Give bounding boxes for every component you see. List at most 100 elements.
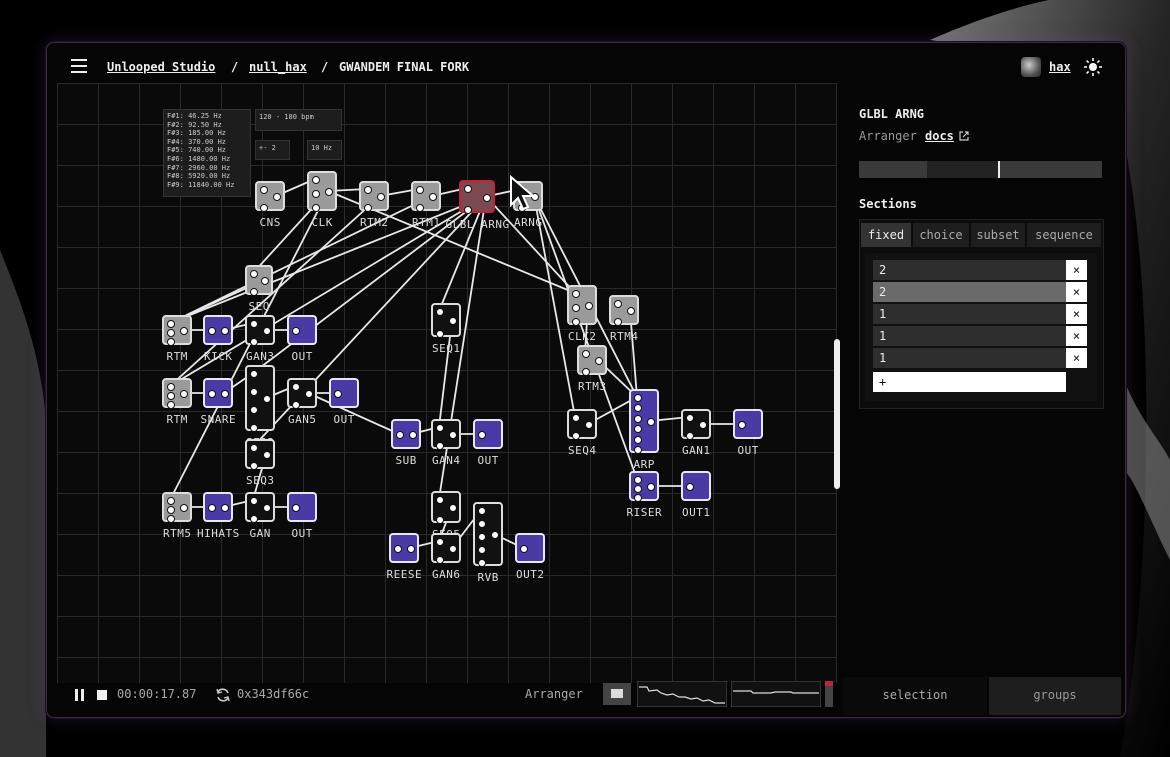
input-port[interactable] [167,392,175,400]
output-port[interactable] [449,431,457,439]
output-port[interactable] [595,357,603,365]
node-seq4[interactable] [567,409,597,440]
input-port[interactable] [520,545,528,553]
input-port[interactable] [416,186,424,194]
arranger-slider[interactable] [859,161,1102,178]
input-port[interactable] [312,176,320,184]
input-port[interactable] [250,424,258,432]
output-port[interactable] [180,390,188,398]
tab-selection[interactable]: selection [843,677,987,715]
input-port[interactable] [250,370,258,378]
section-row[interactable]: 2 [873,260,1066,280]
output-port[interactable] [647,483,655,491]
node-out[interactable] [329,378,359,408]
input-port[interactable] [250,288,258,296]
output-port[interactable] [221,327,229,335]
node-rtm5[interactable] [162,492,192,523]
input-port[interactable] [250,388,258,396]
node-gan1[interactable] [681,409,711,440]
input-port[interactable] [292,504,300,512]
input-port[interactable] [478,520,486,528]
external-link-icon[interactable] [959,131,969,141]
tab-fixed[interactable]: fixed [861,223,911,247]
input-port[interactable] [572,304,580,312]
input-port[interactable] [250,320,258,328]
output-port[interactable] [449,545,457,553]
output-port[interactable] [305,390,313,398]
node-gan3[interactable] [245,315,275,346]
input-port[interactable] [572,432,580,440]
node-glbl-arng[interactable] [459,180,495,214]
node-arp[interactable] [629,389,659,454]
remove-section-button[interactable]: × [1066,348,1087,368]
input-port[interactable] [250,462,258,470]
input-port[interactable] [634,394,642,402]
output-port[interactable] [325,188,333,196]
input-port[interactable] [396,431,404,439]
output-port[interactable] [263,504,271,512]
input-port[interactable] [167,401,175,409]
output-port[interactable] [180,504,188,512]
tab-subset[interactable]: subset [971,223,1025,247]
input-port[interactable] [436,424,444,432]
output-port[interactable] [627,307,635,315]
input-port[interactable] [250,270,258,278]
remove-section-button[interactable]: × [1066,260,1087,280]
input-port[interactable] [167,329,175,337]
input-port[interactable] [436,496,444,504]
input-port[interactable] [634,404,642,413]
input-port[interactable] [208,327,216,335]
canvas-scrollbar[interactable] [834,339,840,489]
stop-icon[interactable] [97,690,107,700]
node-out1[interactable] [681,471,711,501]
node-rtm4[interactable] [609,295,639,326]
node-out2[interactable] [515,533,545,563]
output-port[interactable] [377,193,385,201]
input-port[interactable] [334,390,342,398]
input-port[interactable] [436,516,444,524]
section-row[interactable]: 1 [873,348,1066,368]
node-out[interactable] [287,492,317,522]
input-port[interactable] [582,368,590,376]
node-seq[interactable] [245,265,273,296]
node-gan5[interactable] [287,378,317,409]
input-port[interactable] [478,533,486,541]
output-port[interactable] [585,302,593,310]
remove-section-button[interactable]: × [1066,304,1087,324]
input-port[interactable] [686,483,694,491]
input-port[interactable] [572,414,580,422]
node-rtm[interactable] [162,378,192,409]
node-snare[interactable] [203,378,233,408]
input-port[interactable] [167,383,175,391]
input-port[interactable] [208,390,216,398]
node-riser[interactable] [629,471,659,502]
remove-section-button[interactable]: × [1066,282,1087,302]
input-port[interactable] [464,206,472,214]
output-port[interactable] [180,327,188,335]
section-row[interactable]: 1 [873,304,1066,324]
arranger-stop-button[interactable] [603,683,631,705]
node-hihats[interactable] [203,492,233,522]
input-port[interactable] [260,186,268,194]
input-port[interactable] [634,476,642,484]
input-port[interactable] [364,204,372,212]
input-port[interactable] [478,546,486,554]
input-port[interactable] [572,318,580,326]
node-rtm3[interactable] [577,345,607,376]
user-name[interactable]: hax [1049,57,1071,77]
output-port[interactable] [409,431,417,439]
node-out[interactable] [473,419,503,449]
output-port[interactable] [263,327,271,335]
input-port[interactable] [312,204,320,212]
sync-icon[interactable] [215,687,231,703]
node-seq3[interactable] [245,439,275,470]
input-port[interactable] [614,300,622,308]
node-out[interactable] [733,409,763,439]
output-port[interactable] [263,395,271,403]
input-port[interactable] [634,446,642,454]
add-section-button[interactable]: + [873,372,1066,392]
output-port[interactable] [483,193,491,202]
input-port[interactable] [292,383,300,391]
remove-section-button[interactable]: × [1066,326,1087,346]
node-rvb[interactable] [473,502,503,567]
